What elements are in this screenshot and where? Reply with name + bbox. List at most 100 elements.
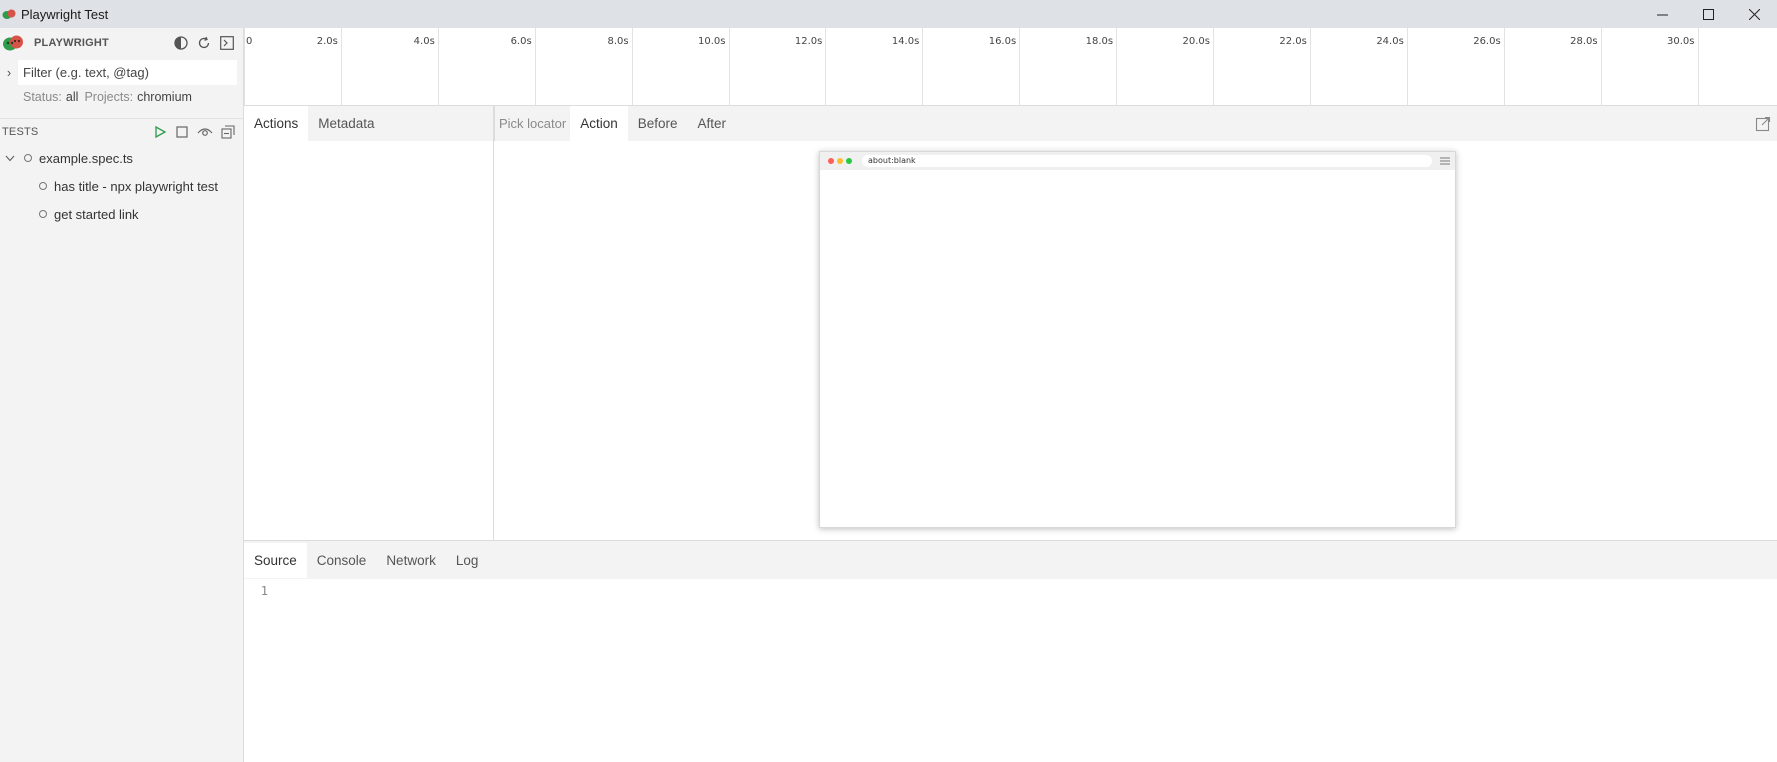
- snapshot-tabbar: Pick locator Action Before After: [494, 106, 1777, 141]
- projects-value[interactable]: chromium: [137, 90, 192, 104]
- half-circle-theme-icon: [173, 36, 188, 50]
- timeline-tick: [728, 28, 730, 105]
- timeline-tick: [631, 28, 633, 105]
- timeline-tick: [1406, 28, 1408, 105]
- tab-after[interactable]: After: [688, 106, 737, 141]
- close-dot-icon: [828, 158, 834, 164]
- timeline-tick-label: 4.0s: [413, 36, 435, 47]
- timeline-tick-label: 10.0s: [698, 36, 726, 47]
- tests-header-label: TESTS: [2, 125, 39, 138]
- pick-locator-button[interactable]: Pick locator: [494, 106, 570, 141]
- timeline-tick-label: 16.0s: [988, 36, 1017, 47]
- timeline-tick: [534, 28, 536, 105]
- timeline-tick-label: 24.0s: [1376, 36, 1404, 47]
- toggle-theme-button[interactable]: [172, 35, 189, 52]
- timeline-tick-label: 8.0s: [607, 36, 629, 47]
- tab-metadata[interactable]: Metadata: [308, 106, 384, 141]
- timeline-tick: [1213, 28, 1214, 105]
- reload-button[interactable]: [195, 35, 212, 52]
- maximize-dot-icon: [846, 158, 852, 164]
- tab-console[interactable]: Console: [307, 543, 377, 578]
- test-case-row[interactable]: has title - npx playwright test: [0, 172, 243, 200]
- timeline-tick: [437, 28, 439, 105]
- timeline-tick-label: 22.0s: [1279, 36, 1307, 47]
- timeline-tick-label: 12.0s: [794, 36, 823, 47]
- terminal-icon: [219, 36, 234, 50]
- window-title-bar: Playwright Test: [0, 0, 1777, 28]
- timeline-tick: [1697, 28, 1699, 105]
- minimize-icon: [1656, 14, 1668, 15]
- timeline-tick-label: 2.0s: [316, 36, 338, 47]
- hamburger-menu-icon: [1440, 157, 1450, 165]
- test-status-circle-icon: [24, 154, 32, 162]
- bottom-panel: Source Console Network Log 1: [244, 540, 1777, 762]
- test-case-label: has title - npx playwright test: [54, 178, 219, 194]
- actions-panel: Actions Metadata: [244, 106, 494, 540]
- tab-action[interactable]: Action: [570, 106, 628, 141]
- timeline-tick: [1116, 28, 1118, 105]
- chevron-right-icon[interactable]: ›: [0, 65, 18, 80]
- timeline-tick-label: 26.0s: [1473, 36, 1501, 47]
- snapshot-panel: Pick locator Action Before After about:b…: [494, 106, 1777, 540]
- filter-input[interactable]: [18, 59, 237, 85]
- sidebar-header: PLAYWRIGHT: [0, 28, 243, 58]
- filter-row: ›: [0, 58, 243, 86]
- timeline-tick: [922, 28, 924, 105]
- timeline-tick-label: 28.0s: [1570, 36, 1598, 47]
- timeline-tick: [1600, 28, 1602, 105]
- stop-icon[interactable]: [175, 125, 189, 139]
- window-title: Playwright Test: [21, 6, 109, 22]
- collapse-all-icon[interactable]: [221, 124, 235, 139]
- timeline-tick: [340, 28, 342, 105]
- timeline[interactable]: 0 2.0s 4.0s 6.0s 8.0s 10.0s 12.0s 14.0s 16.0s 18.…: [244, 28, 1777, 106]
- sidebar: PLAYWRIGHT › Status: all Projects: chrom…: [0, 28, 244, 762]
- actions-tabbar: Actions Metadata: [244, 106, 493, 141]
- projects-label: Projects:: [84, 90, 134, 104]
- close-button[interactable]: [1731, 0, 1777, 28]
- minimize-button[interactable]: [1639, 0, 1685, 28]
- tab-source[interactable]: Source: [244, 542, 307, 578]
- browser-chrome-bar: about:blank: [820, 152, 1455, 170]
- tab-before[interactable]: Before: [628, 106, 688, 141]
- test-status-circle-icon: [39, 182, 47, 190]
- maximize-button[interactable]: [1685, 0, 1731, 28]
- test-file-label: example.spec.ts: [39, 150, 133, 166]
- test-status-circle-icon: [39, 210, 47, 218]
- minimize-dot-icon: [837, 158, 843, 164]
- snapshot-browser-frame: about:blank: [819, 151, 1456, 528]
- line-number: 1: [260, 584, 268, 598]
- timeline-tick: [1019, 28, 1021, 105]
- timeline-tick-label: 20.0s: [1182, 36, 1210, 47]
- maximize-icon: [1702, 8, 1714, 20]
- brand-label: PLAYWRIGHT: [34, 37, 109, 49]
- toggle-output-button[interactable]: [218, 35, 235, 52]
- status-value[interactable]: all: [66, 90, 79, 104]
- source-code-line: 1: [244, 581, 1777, 601]
- timeline-tick: [244, 28, 245, 105]
- tests-header: TESTS: [0, 118, 243, 144]
- tab-log[interactable]: Log: [446, 543, 489, 578]
- timeline-tick: [1503, 28, 1505, 105]
- refresh-icon: [198, 36, 209, 49]
- timeline-tick-label: 14.0s: [891, 36, 920, 47]
- timeline-tick-label: 30.0s: [1667, 36, 1695, 47]
- close-icon: [1748, 8, 1760, 20]
- status-filter-row[interactable]: Status: all Projects: chromium: [0, 86, 243, 108]
- timeline-tick-label: 0: [246, 36, 253, 47]
- watch-eye-icon[interactable]: [197, 125, 213, 139]
- tab-network[interactable]: Network: [376, 543, 446, 578]
- playwright-app-icon: [2, 9, 16, 19]
- test-case-label: get started link: [54, 206, 139, 222]
- timeline-tick: [825, 28, 827, 105]
- timeline-tick-label: 6.0s: [510, 36, 532, 47]
- chevron-down-icon[interactable]: [3, 155, 16, 162]
- run-all-play-icon[interactable]: [153, 125, 167, 139]
- tab-actions[interactable]: Actions: [244, 106, 309, 141]
- timeline-tick: [1309, 28, 1311, 105]
- bottom-tabbar: Source Console Network Log: [244, 541, 1777, 579]
- playwright-logo-icon: [3, 35, 23, 51]
- test-case-row[interactable]: get started link: [0, 200, 243, 228]
- snapshot-url: about:blank: [862, 155, 1432, 167]
- test-file-row[interactable]: example.spec.ts: [0, 144, 243, 172]
- open-external-icon[interactable]: [1755, 116, 1771, 132]
